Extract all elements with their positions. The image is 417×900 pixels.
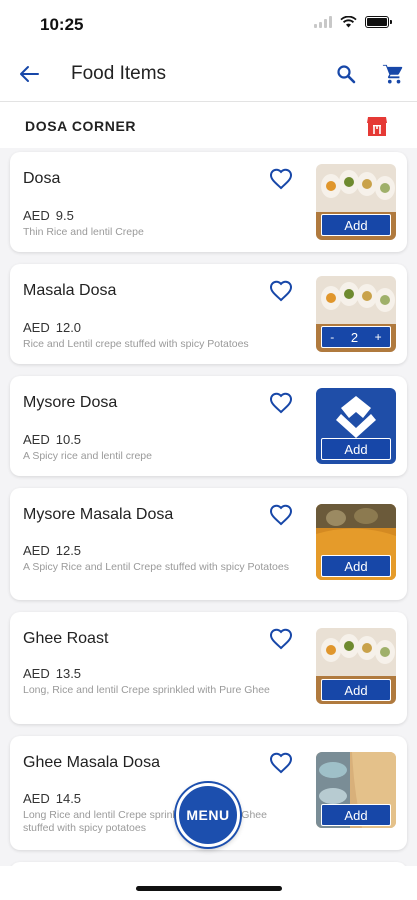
home-indicator-area [0, 866, 417, 900]
heart-outline-icon[interactable] [269, 504, 293, 526]
price-value: 14.5 [55, 791, 82, 806]
food-item-price: AED 14.5 [23, 791, 81, 806]
food-item-name: Mysore Dosa [23, 394, 118, 411]
arrow-left-icon[interactable] [16, 61, 42, 87]
food-item-name: Ghee Masala Dosa [23, 754, 160, 771]
wifi-icon [340, 16, 357, 28]
food-item-description: A Spicy Rice and Lentil Crepe stuffed wi… [23, 561, 289, 573]
add-button[interactable]: Add [321, 804, 391, 826]
menu-button[interactable]: MENU [176, 783, 240, 847]
restaurant-header: DOSA CORNER [0, 102, 417, 148]
restaurant-name: DOSA CORNER [25, 118, 137, 134]
food-item-price: AED 9.5 [23, 208, 74, 223]
heart-outline-icon[interactable] [269, 628, 293, 650]
add-button[interactable]: Add [321, 438, 391, 460]
price-value: 12.0 [55, 320, 82, 335]
food-item-description: Rice and Lentil crepe stuffed with spicy… [23, 338, 249, 350]
quantity-stepper[interactable]: - 2 + [321, 326, 391, 348]
app-bar: Food Items [0, 48, 417, 102]
food-item-description: Long Rice and lentil Crepe sprinkled wit… [23, 809, 267, 834]
food-item-card[interactable]: Mysore Dosa AED 10.5 A Spicy rice and len… [10, 376, 407, 476]
food-item-card[interactable]: Dosa AED 9.5 Thin Rice and lentil Crepe A… [10, 152, 407, 252]
home-indicator[interactable] [136, 886, 282, 891]
food-item-name: Ghee Roast [23, 630, 109, 647]
price-currency: AED [23, 208, 50, 223]
food-item-description: A Spicy rice and lentil crepe [23, 450, 152, 462]
food-item-description: Thin Rice and lentil Crepe [23, 226, 144, 238]
signal-icon [314, 16, 332, 28]
food-item-price: AED 10.5 [23, 432, 81, 447]
heart-outline-icon[interactable] [269, 168, 293, 190]
page-title: Food Items [71, 63, 167, 84]
food-list[interactable]: Dosa AED 9.5 Thin Rice and lentil Crepe A… [0, 148, 417, 866]
food-item-price: AED 13.5 [23, 666, 81, 681]
quantity-value: 2 [350, 329, 359, 345]
food-item-card[interactable]: Masala Dosa AED 12.0 Rice and Lentil crep… [10, 264, 407, 364]
food-item-name: Mysore Masala Dosa [23, 506, 174, 523]
food-item-price: AED 12.5 [23, 543, 81, 558]
shop-icon [367, 117, 387, 136]
price-currency: AED [23, 432, 50, 447]
price-value: 10.5 [55, 432, 82, 447]
heart-outline-icon[interactable] [269, 752, 293, 774]
food-item-name: Masala Dosa [23, 282, 117, 299]
price-currency: AED [23, 791, 50, 806]
food-item-card[interactable]: Ghee Roast AED 13.5 Long, Rice and lentil… [10, 612, 407, 724]
cart-icon[interactable] [380, 61, 406, 87]
price-currency: AED [23, 320, 50, 335]
status-icons [314, 16, 392, 28]
food-item-description: Long, Rice and lentil Crepe sprinkled wi… [23, 684, 270, 696]
battery-icon [365, 16, 392, 28]
search-icon[interactable] [333, 61, 359, 87]
add-button[interactable]: Add [321, 555, 391, 577]
price-value: 12.5 [55, 543, 82, 558]
add-button[interactable]: Add [321, 679, 391, 701]
heart-outline-icon[interactable] [269, 392, 293, 414]
decrement-button[interactable]: - [330, 330, 334, 344]
price-value: 13.5 [55, 666, 82, 681]
heart-outline-icon[interactable] [269, 280, 293, 302]
status-bar: 10:25 [0, 0, 417, 48]
food-item-price: AED 12.0 [23, 320, 81, 335]
add-button[interactable]: Add [321, 214, 391, 236]
price-currency: AED [23, 543, 50, 558]
price-currency: AED [23, 666, 50, 681]
price-value: 9.5 [55, 208, 74, 223]
status-time: 10:25 [40, 15, 84, 34]
food-item-card[interactable]: Mysore Masala Dosa AED 12.5 A Spicy Rice … [10, 488, 407, 600]
food-item-name: Dosa [23, 170, 61, 187]
increment-button[interactable]: + [375, 330, 382, 344]
